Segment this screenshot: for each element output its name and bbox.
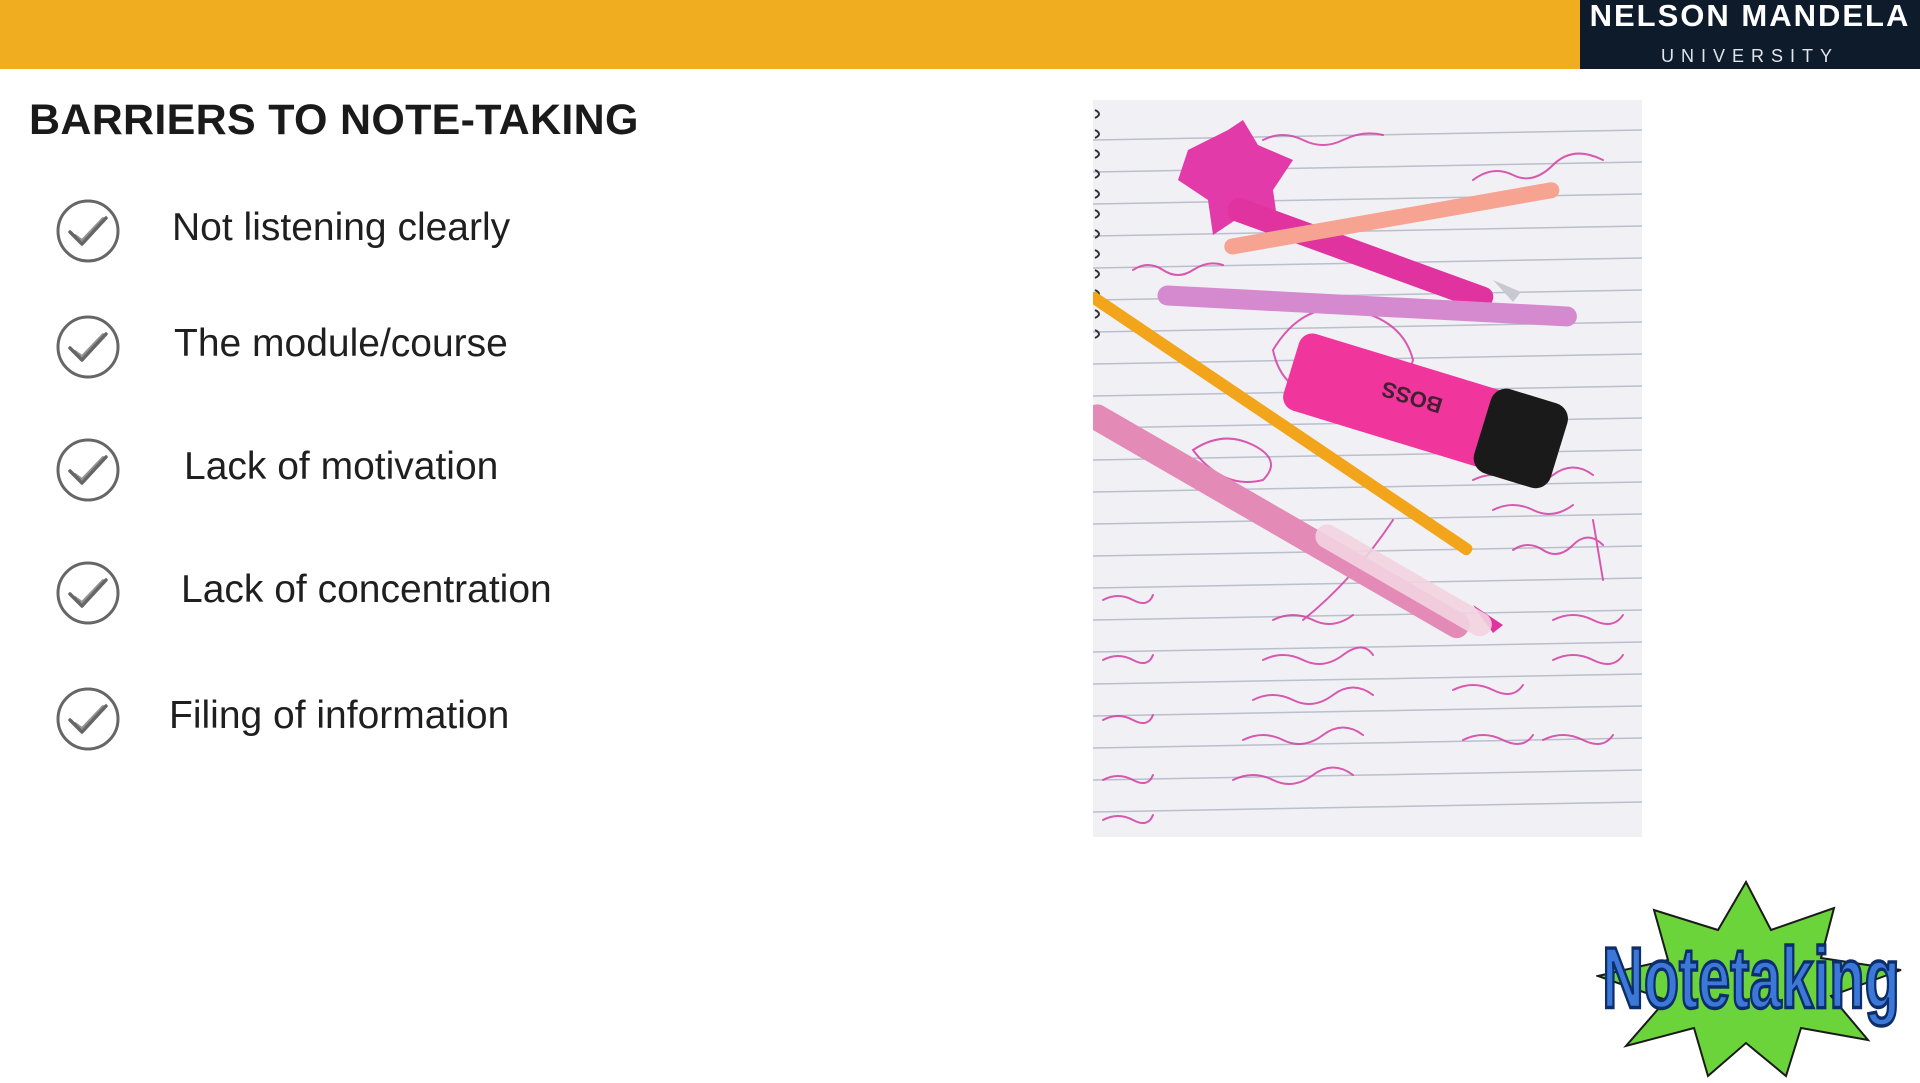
bullet-label: The module/course	[174, 322, 508, 365]
bullet-label: Not listening clearly	[172, 206, 511, 249]
university-logo: NELSON MANDELA UNIVERSITY	[1580, 0, 1920, 69]
bullet-item: Filing of information	[55, 686, 755, 756]
bullet-label: Filing of information	[169, 694, 510, 737]
bullet-label: Lack of motivation	[184, 445, 499, 488]
checkmark-circle-icon	[56, 199, 120, 263]
checkmark-circle-icon	[56, 561, 120, 625]
checkmark-circle-icon	[56, 687, 120, 751]
photo-illustration: BOSS	[1093, 100, 1642, 837]
bullet-item: Lack of concentration	[55, 560, 755, 630]
bullet-label: Lack of concentration	[181, 568, 552, 611]
badge-label: Notetaking	[1602, 930, 1900, 1026]
notebook-pens-photo: BOSS	[1093, 100, 1642, 837]
bullet-item: Not listening clearly	[55, 198, 755, 268]
checkmark-circle-icon	[56, 438, 120, 502]
logo-subtitle: UNIVERSITY	[1660, 46, 1840, 66]
logo-wordmark: NELSON MANDELA	[1589, 0, 1911, 33]
bullet-item: The module/course	[55, 314, 755, 384]
slide-title: BARRIERS TO NOTE-TAKING	[29, 96, 639, 144]
notetaking-badge: Notetaking	[1594, 878, 1906, 1078]
starburst-icon: Notetaking	[1594, 879, 1902, 1078]
checkmark-circle-icon	[56, 315, 120, 379]
bullet-item: Lack of motivation	[55, 437, 755, 507]
